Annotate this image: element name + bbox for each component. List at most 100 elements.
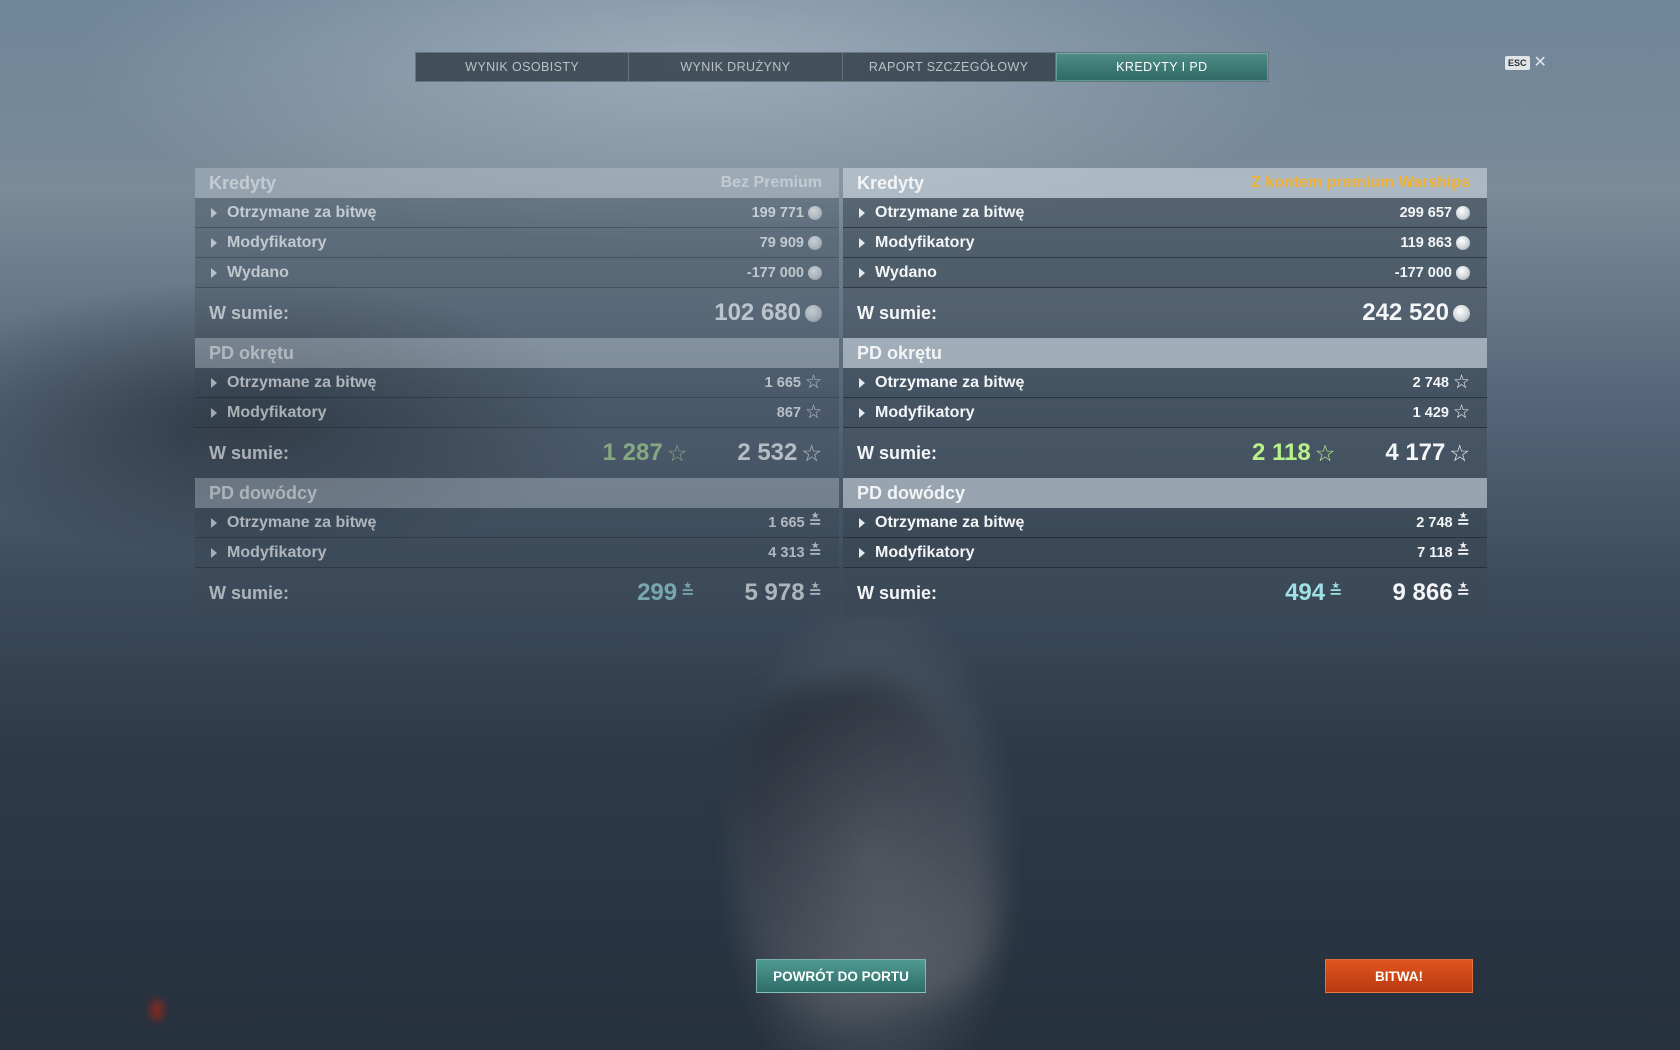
expand-arrow-icon — [211, 377, 217, 388]
close-button[interactable]: ESC ✕ — [1505, 55, 1547, 71]
total-value-group: 242 520 — [1362, 299, 1470, 327]
credit-coin-icon — [808, 235, 822, 250]
elite-xp-value: 494 — [1285, 579, 1326, 606]
total-label: W sumie: — [209, 582, 290, 603]
elite-xp-value: 1 287 — [602, 439, 663, 466]
ship-xp-header: PD okrętu — [195, 338, 839, 368]
ship-xp-row-earned: Otrzymane za bitwę 2 748 ☆ — [843, 368, 1487, 398]
expand-arrow-icon — [211, 207, 217, 218]
total-value-group: 5 978 ≛ — [745, 579, 822, 607]
buoy-background — [150, 1000, 164, 1020]
total-label: W sumie: — [857, 302, 938, 323]
star-icon: ☆ — [666, 439, 688, 466]
row-value: 119 863 — [1400, 234, 1452, 251]
total-values: 1 287 ☆ 2 532 ☆ — [603, 439, 822, 467]
credit-coin-icon — [808, 205, 822, 220]
credits-row-modifiers: Modyfikatory 79 909 — [195, 228, 839, 258]
tab-personal-result[interactable]: WYNIK OSOBISTY — [416, 53, 630, 81]
account-type-label: Bez Premium — [720, 174, 822, 191]
expand-toggle[interactable]: Otrzymane za bitwę — [859, 514, 1024, 532]
expand-arrow-icon — [859, 237, 865, 248]
row-value: 199 771 — [751, 204, 804, 221]
commander-xp-header: PD dowódcy — [843, 478, 1487, 508]
star-icon: ☆ — [801, 439, 822, 466]
total-values: 299 ≛ 5 978 ≛ — [637, 579, 822, 607]
battle-button[interactable]: BITWA! — [1325, 959, 1473, 993]
section-title: PD dowódcy — [857, 482, 966, 503]
tab-credits-xp[interactable]: KREDYTY I PD — [1055, 53, 1268, 81]
total-value: 4 177 — [1385, 439, 1446, 466]
expand-toggle[interactable]: Wydano — [211, 264, 289, 282]
credit-coin-icon — [1456, 265, 1470, 280]
row-label: Otrzymane za bitwę — [227, 513, 377, 531]
total-value-group: 102 680 — [714, 299, 822, 327]
row-label: Otrzymane za bitwę — [227, 203, 377, 221]
expand-arrow-icon — [859, 377, 865, 388]
total-values: 2 118 ☆ 4 177 ☆ — [1252, 439, 1470, 467]
expand-arrow-icon — [859, 547, 865, 558]
commander-xp-icon: ≛ — [1456, 584, 1470, 601]
expand-toggle[interactable]: Modyfikatory — [211, 404, 327, 422]
expand-toggle[interactable]: Modyfikatory — [211, 234, 327, 252]
row-label: Otrzymane za bitwę — [227, 373, 377, 391]
section-title: PD okrętu — [209, 342, 295, 363]
row-value: 79 909 — [759, 234, 804, 251]
ship-xp-row-modifiers: Modyfikatory 867 ☆ — [195, 398, 839, 428]
expand-arrow-icon — [211, 547, 217, 558]
total-label: W sumie: — [857, 582, 938, 603]
row-value-group: 1 665 ≛ — [768, 514, 822, 531]
section-title: PD dowódcy — [209, 482, 318, 503]
credit-coin-icon — [1456, 235, 1470, 250]
row-value: 7 118 — [1417, 544, 1453, 561]
esc-key-icon: ESC — [1505, 56, 1530, 70]
commander-xp-row-earned: Otrzymane za bitwę 1 665 ≛ — [195, 508, 839, 538]
expand-toggle[interactable]: Modyfikatory — [859, 404, 975, 422]
total-value: 242 520 — [1362, 299, 1449, 326]
commander-xp-icon: ≛ — [1329, 584, 1343, 601]
elite-xp-value: 2 118 — [1251, 439, 1311, 466]
row-value-group: -177 000 — [747, 265, 822, 281]
credits-row-earned: Otrzymane za bitwę 199 771 — [195, 198, 839, 228]
expand-arrow-icon — [859, 267, 865, 278]
expand-toggle[interactable]: Modyfikatory — [859, 544, 975, 562]
total-value-group: 4 177 ☆ — [1385, 439, 1470, 467]
credits-total: W sumie: 102 680 — [195, 288, 839, 338]
expand-toggle[interactable]: Otrzymane za bitwę — [859, 204, 1024, 222]
elite-xp-group: 2 118 ☆ — [1252, 439, 1335, 467]
credit-coin-icon — [1453, 304, 1470, 322]
row-value: 1 665 — [768, 514, 805, 531]
row-value-group: 79 909 — [760, 235, 822, 251]
expand-toggle[interactable]: Otrzymane za bitwę — [211, 204, 376, 222]
star-icon: ☆ — [1314, 439, 1336, 466]
expand-toggle[interactable]: Modyfikatory — [211, 544, 327, 562]
tab-detailed-report[interactable]: RAPORT SZCZEGÓŁOWY — [843, 53, 1056, 81]
row-value-group: 199 771 — [752, 205, 822, 221]
tab-team-result[interactable]: WYNIK DRUŻYNY — [629, 53, 843, 81]
expand-toggle[interactable]: Otrzymane za bitwę — [211, 514, 376, 532]
ship-xp-row-modifiers: Modyfikatory 1 429 ☆ — [843, 398, 1487, 428]
section-title: PD okrętu — [857, 342, 943, 363]
star-icon: ☆ — [1452, 402, 1470, 423]
star-icon: ☆ — [804, 402, 822, 423]
expand-toggle[interactable]: Wydano — [859, 264, 937, 282]
row-value-group: 4 313 ≛ — [768, 544, 822, 561]
total-value: 2 532 — [737, 439, 798, 466]
expand-toggle[interactable]: Modyfikatory — [859, 234, 975, 252]
expand-arrow-icon — [859, 207, 865, 218]
row-value: 299 657 — [1399, 204, 1452, 221]
row-label: Wydano — [875, 263, 937, 281]
expand-toggle[interactable]: Otrzymane za bitwę — [859, 374, 1024, 392]
elite-xp-group: 494 ≛ — [1285, 579, 1342, 607]
row-value-group: 299 657 — [1400, 205, 1470, 221]
expand-arrow-icon — [211, 517, 217, 528]
row-value-group: 867 ☆ — [777, 403, 822, 422]
total-value: 5 978 — [744, 579, 805, 606]
row-value: 2 748 — [1416, 514, 1453, 531]
row-label: Otrzymane za bitwę — [875, 373, 1025, 391]
row-label: Modyfikatory — [227, 403, 327, 421]
row-value: 4 313 — [768, 544, 805, 561]
return-to-port-button[interactable]: POWRÓT DO PORTU — [756, 959, 926, 993]
ship-xp-header: PD okrętu — [843, 338, 1487, 368]
expand-toggle[interactable]: Otrzymane za bitwę — [211, 374, 376, 392]
commander-xp-total: W sumie: 299 ≛ 5 978 ≛ — [195, 568, 839, 618]
